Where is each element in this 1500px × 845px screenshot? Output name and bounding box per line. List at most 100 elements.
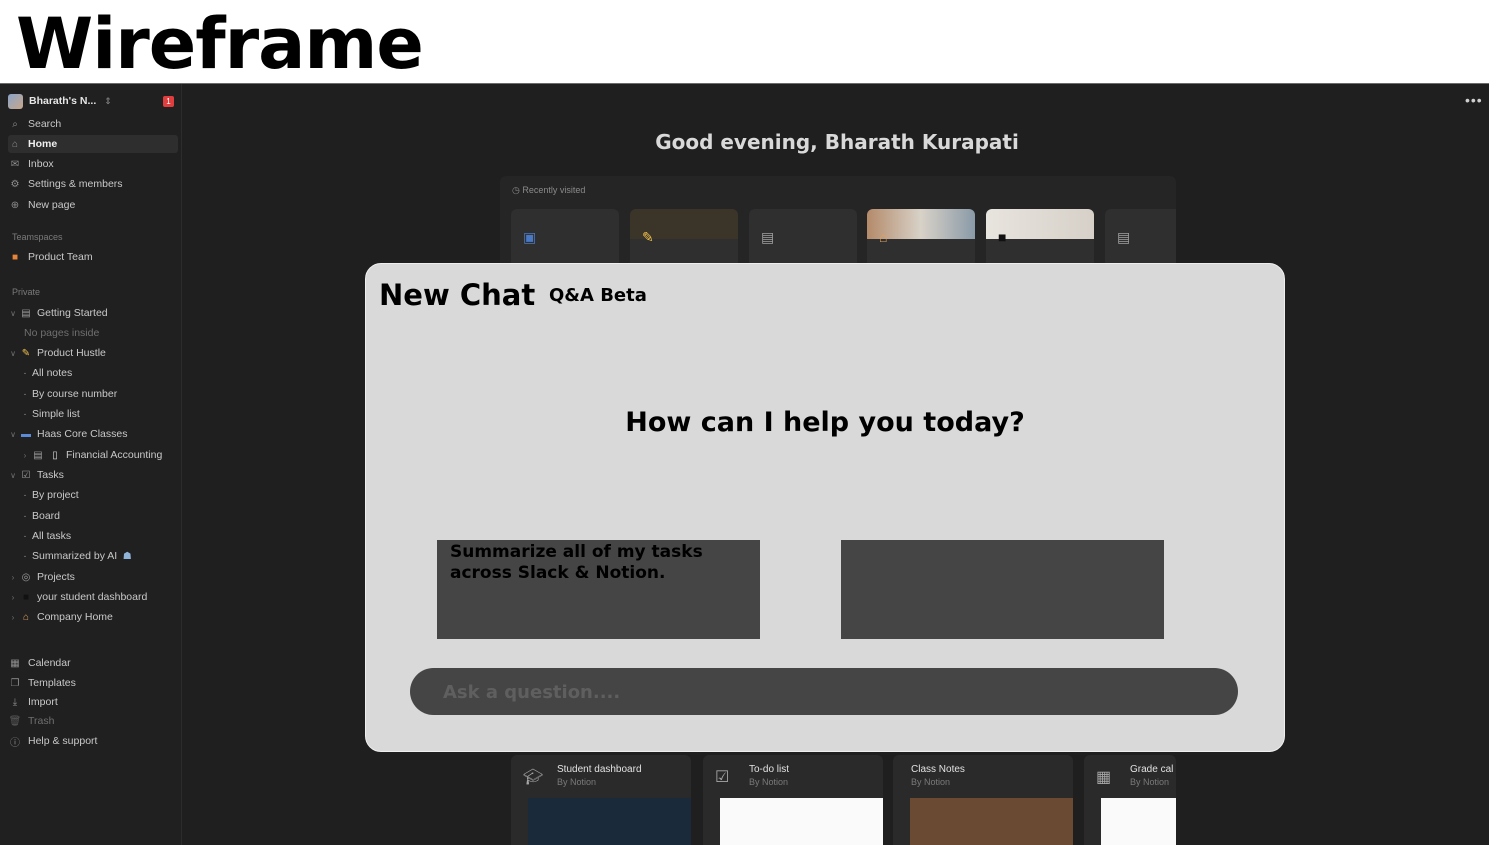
sidebar-item-product-hustle[interactable]: ∨ ✎ Product Hustle [8, 344, 178, 362]
workspace-switcher[interactable]: Bharath's N... ⇕ 1 [8, 92, 174, 110]
greeting: Good evening, Bharath Kurapati [655, 130, 1019, 154]
pencil-icon: ✎ [21, 347, 31, 359]
pencil-icon: ✎ [642, 229, 654, 245]
chevron-down-icon[interactable]: ∨ [8, 430, 18, 439]
suggestion-card[interactable] [841, 540, 1164, 639]
sidebar-item-label: Summarized by AI [32, 550, 118, 562]
help-prompt: How can I help you today? [625, 407, 1025, 438]
sidebar-item-financial-accounting[interactable]: › ▤ ▯ Financial Accounting [20, 446, 190, 464]
sidebar-item-label: Product Hustle [37, 347, 106, 359]
sidebar-item-label: Financial Accounting [66, 449, 163, 461]
template-title: Student dashboard [557, 764, 642, 775]
ask-question-input[interactable] [441, 668, 1225, 717]
dashboard-icon: ■ [22, 591, 30, 603]
template-card[interactable]: ☑ To-do list By Notion [703, 755, 883, 845]
sidebar-item-trash[interactable]: 🗑︎ Trash [8, 712, 178, 730]
sidebar-item-label: Projects [37, 571, 75, 583]
sidebar-item-inbox[interactable]: ✉ Inbox [8, 155, 178, 173]
page-icon: ▤ [21, 307, 31, 319]
workspace-name: Bharath's N... [29, 95, 97, 107]
chevron-right-icon[interactable]: › [8, 573, 18, 582]
sidebar-item-student-dashboard[interactable]: › ■ your student dashboard [8, 588, 178, 606]
sidebar-item-all-notes[interactable]: · All notes [20, 364, 190, 382]
ask-question-bar[interactable] [410, 668, 1238, 717]
help-icon: ⓘ [10, 737, 20, 749]
sidebar-item-label: Settings & members [28, 178, 123, 190]
sidebar-item-settings[interactable]: ⚙ Settings & members [8, 175, 178, 193]
sidebar-item-label: By course number [32, 388, 118, 400]
chevron-down-icon[interactable]: ∨ [8, 349, 18, 358]
template-card[interactable]: ▦ Grade cal By Notion [1084, 755, 1176, 845]
sidebar-item-summarized-by-ai[interactable]: · Summarized by AI ☗ [20, 547, 190, 565]
sidebar-item-label: Search [28, 118, 62, 130]
sidebar-item-label: By project [32, 489, 79, 501]
sidebar-item-label: Home [28, 138, 58, 150]
chevron-right-icon[interactable]: › [8, 593, 18, 602]
sidebar-item-label: Product Team [28, 251, 93, 263]
sidebar-item-home[interactable]: ⌂ Home [8, 135, 178, 153]
page-heading: Wireframe [16, 3, 424, 85]
template-subtitle: By Notion [749, 777, 789, 787]
template-title: Class Notes [911, 764, 965, 775]
sidebar-item-getting-started[interactable]: ∨ ▤ Getting Started [8, 304, 178, 322]
sidebar-item-company-home[interactable]: › ⌂ Company Home [8, 608, 178, 626]
chevron-right-icon[interactable]: › [8, 613, 18, 622]
bullet-icon: · [23, 408, 27, 420]
sidebar-item-label: Tasks [37, 469, 64, 481]
sidebar-item-help[interactable]: ⓘ Help & support [8, 732, 178, 750]
bullet-icon: · [23, 367, 27, 379]
sidebar-item-label: New page [28, 199, 76, 211]
sidebar-item-label: Simple list [32, 408, 80, 420]
chevron-down-icon[interactable]: ∨ [8, 309, 18, 318]
sidebar-item-import[interactable]: ⤓ Import [8, 693, 178, 711]
recent-card[interactable]: ▤ [1105, 209, 1176, 269]
gear-icon: ⚙ [10, 178, 20, 190]
template-card[interactable]: Class Notes By Notion [893, 755, 1073, 845]
sidebar-item-search[interactable]: ⌕ Search [8, 115, 178, 133]
sidebar-item-templates[interactable]: ❐ Templates [8, 674, 178, 692]
sidebar-item-projects[interactable]: › ◎ Projects [8, 568, 178, 586]
page-icon: ▤ [761, 229, 775, 245]
teamspace-icon: ■ [11, 251, 19, 263]
app-window: Bharath's N... ⇕ 1 ⌕ Search ⌂ Home ✉ Inb… [0, 83, 1489, 845]
template-preview [528, 798, 691, 845]
sidebar-item-by-course-number[interactable]: · By course number [20, 385, 190, 403]
sidebar-item-board[interactable]: · Board [20, 507, 190, 525]
template-preview [910, 798, 1073, 845]
template-title: To-do list [749, 764, 790, 775]
sidebar-item-by-project[interactable]: · By project [20, 486, 190, 504]
sidebar-item-product-team[interactable]: ■ Product Team [8, 248, 178, 266]
template-card[interactable]: 🎓︎ Student dashboard By Notion [511, 755, 691, 845]
bullet-icon: · [23, 489, 27, 501]
recent-card[interactable]: ▣ [511, 209, 619, 269]
graduation-cap-icon: 🎓︎ [523, 769, 544, 786]
recently-visited-panel: ◷ Recently visited ▣ ✎ ▤ ⌂ ■ ▤ [500, 176, 1176, 276]
sidebar-item-label: Company Home [37, 611, 113, 623]
sidebar: Bharath's N... ⇕ 1 ⌕ Search ⌂ Home ✉ Inb… [0, 84, 182, 845]
sidebar-item-simple-list[interactable]: · Simple list [20, 405, 190, 423]
page-icon: ▤ [33, 449, 43, 461]
calculator-icon: ▦ [1096, 769, 1112, 786]
workspace-avatar [8, 93, 23, 109]
target-icon: ◎ [21, 571, 31, 583]
chevron-down-icon[interactable]: ∨ [8, 471, 18, 480]
sidebar-item-calendar[interactable]: ▦ Calendar [8, 654, 178, 672]
recent-card[interactable]: ⌂ [867, 209, 975, 269]
calendar-icon: ▦ [10, 657, 20, 669]
more-options-icon[interactable]: ••• [1465, 92, 1483, 108]
suggestion-card[interactable]: Summarize all of my tasks across Slack &… [437, 540, 760, 639]
template-subtitle: By Notion [911, 777, 951, 787]
import-icon: ⤓ [12, 696, 18, 708]
chevron-right-icon[interactable]: › [20, 451, 30, 460]
sidebar-item-new-page[interactable]: ⊕ New page [8, 196, 178, 214]
recent-card[interactable]: ■ [986, 209, 1094, 269]
qa-mode-toggle[interactable]: Q&A Beta [549, 285, 647, 306]
home-icon: ⌂ [11, 138, 19, 150]
sidebar-item-all-tasks[interactable]: · All tasks [20, 527, 190, 545]
house-icon: ⌂ [879, 229, 888, 245]
sidebar-item-tasks[interactable]: ∨ ☑ Tasks [8, 466, 178, 484]
sidebar-item-haas-core-classes[interactable]: ∨ ▬ Haas Core Classes [8, 425, 178, 443]
recent-card[interactable]: ▤ [749, 209, 857, 269]
recent-card[interactable]: ✎ [630, 209, 738, 269]
templates-icon: ❐ [10, 677, 20, 689]
